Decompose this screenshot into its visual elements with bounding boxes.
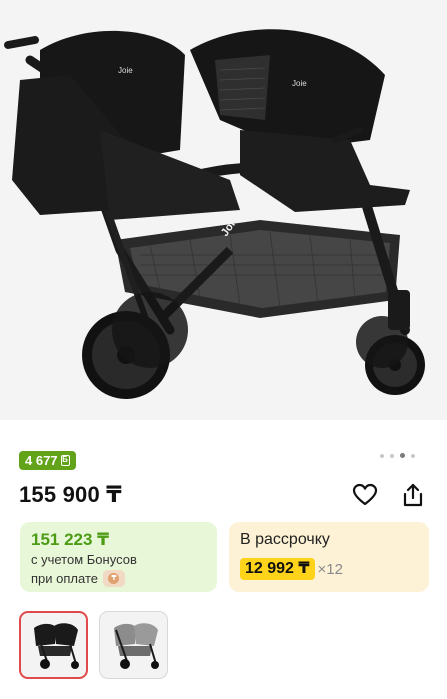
stroller-thumbnail-image <box>33 623 79 669</box>
bonus-points-badge: 4 677 Б <box>19 451 76 470</box>
bonus-points-value: 4 677 <box>25 453 58 468</box>
brand-logo-right: Joie <box>292 79 307 88</box>
heart-icon <box>352 483 378 506</box>
kaspi-pay-icon: ₸ <box>102 570 125 587</box>
carousel-dot[interactable] <box>411 453 415 458</box>
bonus-note-line2: при оплате <box>31 571 98 586</box>
carousel-dot[interactable] <box>380 453 384 458</box>
installment-amount: 12 992 ₸ <box>240 558 315 580</box>
share-button[interactable] <box>399 481 427 509</box>
bonus-note-line1: с учетом Бонусов <box>31 552 137 567</box>
carousel-dot[interactable] <box>390 453 394 458</box>
share-icon <box>403 483 423 507</box>
carousel-dot-active[interactable] <box>400 453 405 458</box>
product-image[interactable]: Joie Joie Joie <box>0 0 447 420</box>
thumbnail-grey-stroller[interactable] <box>99 611 168 679</box>
stroller-thumbnail-image <box>113 623 159 669</box>
bonus-price-card[interactable]: 151 223 ₸ с учетом Бонусов при оплате ₸ <box>20 522 217 592</box>
installment-title: В рассрочку <box>240 531 330 548</box>
brand-logo-left: Joie <box>118 66 133 75</box>
carousel-indicator[interactable] <box>380 453 415 458</box>
thumbnail-black-stroller[interactable] <box>19 611 88 679</box>
bonus-b-icon: Б <box>60 455 70 466</box>
bonus-price: 151 223 ₸ <box>31 530 110 549</box>
favorite-button[interactable] <box>351 481 379 509</box>
product-price: 155 900 ₸ <box>19 482 122 507</box>
installment-multiplier: ×12 <box>317 560 343 578</box>
installment-card[interactable]: В рассрочку 12 992 ₸ ×12 <box>229 522 429 592</box>
